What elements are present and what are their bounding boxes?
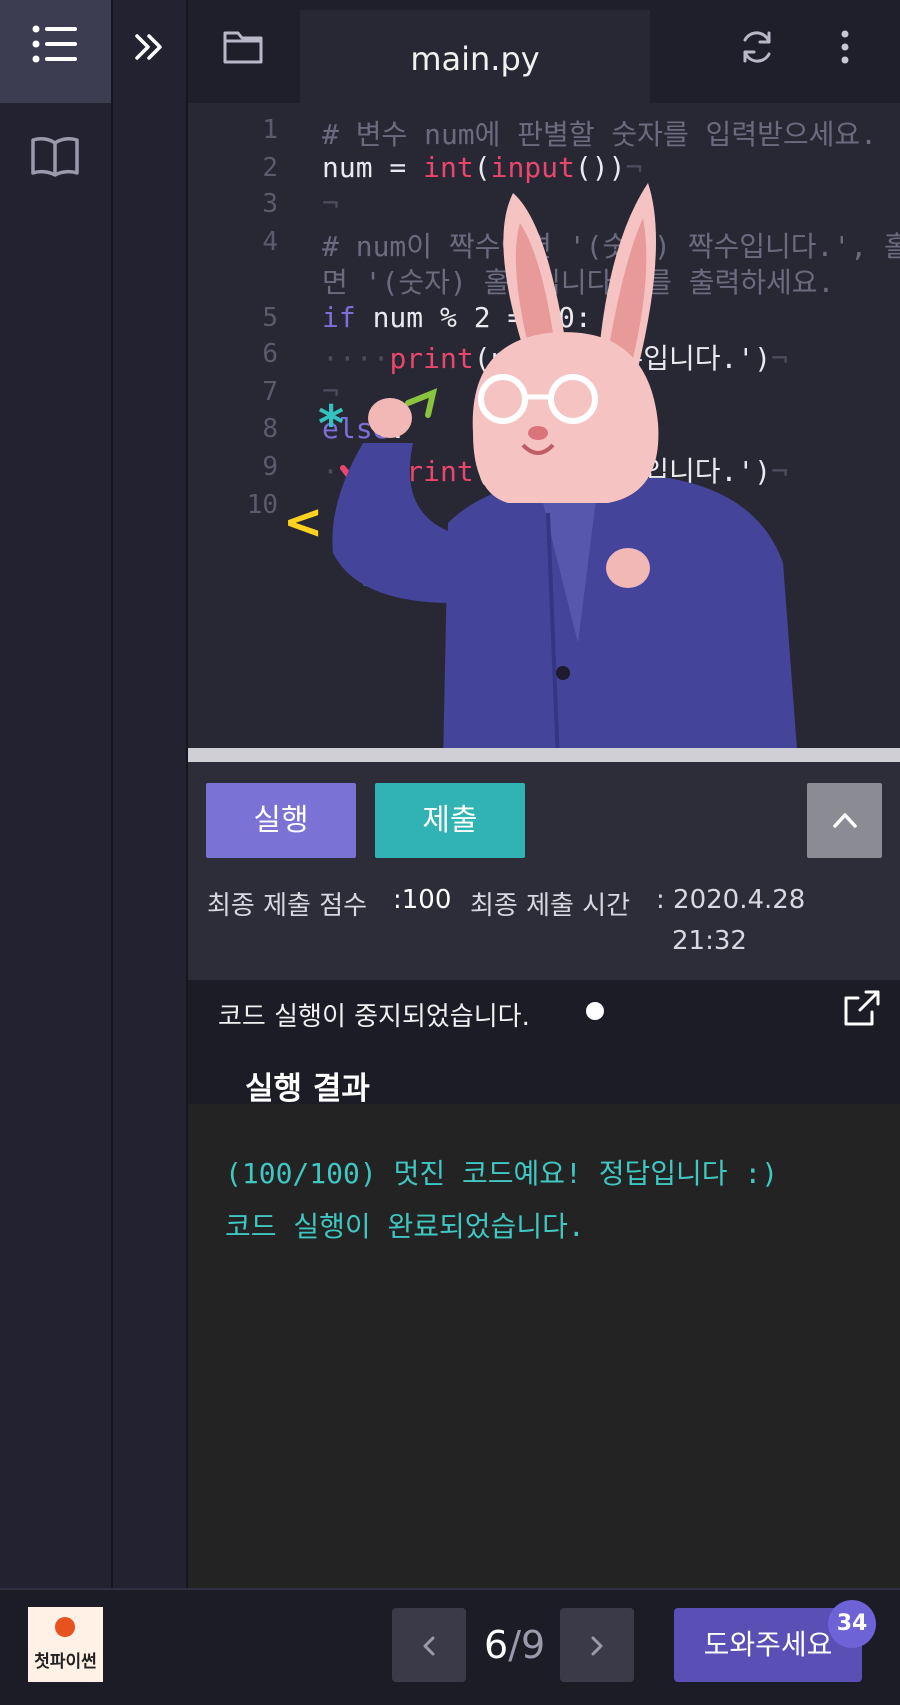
submit-button[interactable]: 제출 (375, 783, 525, 858)
menu-button[interactable] (0, 0, 111, 103)
line-number: 2 (262, 153, 278, 183)
prev-page-button[interactable] (392, 1608, 466, 1682)
book-button[interactable] (0, 115, 111, 205)
page-current: 6 (484, 1623, 509, 1667)
score-value: :100 (393, 885, 452, 915)
run-status-text: 코드 실행이 중지되었습니다. (218, 1002, 530, 1032)
result-title: 실행 결과 (245, 1071, 370, 1107)
logo-mark (55, 1617, 75, 1637)
help-count-badge: 34 (828, 1600, 876, 1648)
time-label: 최종 제출 시간 (470, 891, 631, 921)
more-vert-icon[interactable] (838, 28, 852, 66)
chevron-right-icon (591, 1636, 603, 1656)
page-total: /9 (508, 1623, 546, 1667)
rabbit-mascot-illustration: < * * (283, 183, 797, 748)
left-rail (0, 0, 113, 1588)
next-page-button[interactable] (560, 1608, 634, 1682)
page-indicator: 6/9 (484, 1623, 545, 1667)
svg-text:*: * (318, 395, 344, 453)
line-number: 1 (262, 115, 278, 145)
file-tab-label: main.py (410, 40, 540, 78)
refresh-icon[interactable] (738, 28, 776, 66)
output-line: 코드 실행이 완료되었습니다. (225, 1210, 585, 1243)
double-chevron-right-icon[interactable] (133, 32, 165, 62)
app-logo: 첫파이썬 (28, 1607, 103, 1682)
code-line: # 변수 num에 판별할 숫자를 입력받으세요. (322, 118, 877, 151)
external-link-icon[interactable] (842, 988, 882, 1028)
chevron-up-icon (833, 813, 857, 828)
time-value-date: : 2020.4.28 (656, 885, 806, 915)
collapse-button[interactable] (807, 783, 882, 858)
time-value-time: 21:32 (672, 926, 747, 956)
chevron-left-icon (423, 1636, 435, 1656)
panel-toggle-column (113, 0, 188, 1588)
file-tab[interactable]: main.py (300, 10, 650, 103)
book-icon (31, 137, 79, 177)
run-button[interactable]: 실행 (206, 783, 356, 858)
output-line: (100/100) 멋진 코드예요! 정답입니다 :) (225, 1157, 779, 1190)
list-icon (32, 25, 77, 63)
code-line: num = int(input())¬ (322, 151, 643, 184)
svg-text:<: < (283, 494, 323, 550)
folder-icon[interactable] (222, 27, 264, 65)
code-editor[interactable]: 1 # 변수 num에 판별할 숫자를 입력받으세요. 2 num = int(… (188, 103, 900, 748)
status-dot (586, 1002, 604, 1020)
horizontal-scrollbar[interactable] (188, 748, 900, 762)
logo-text: 첫파이썬 (34, 1652, 97, 1672)
score-label: 최종 제출 점수 (207, 891, 368, 921)
